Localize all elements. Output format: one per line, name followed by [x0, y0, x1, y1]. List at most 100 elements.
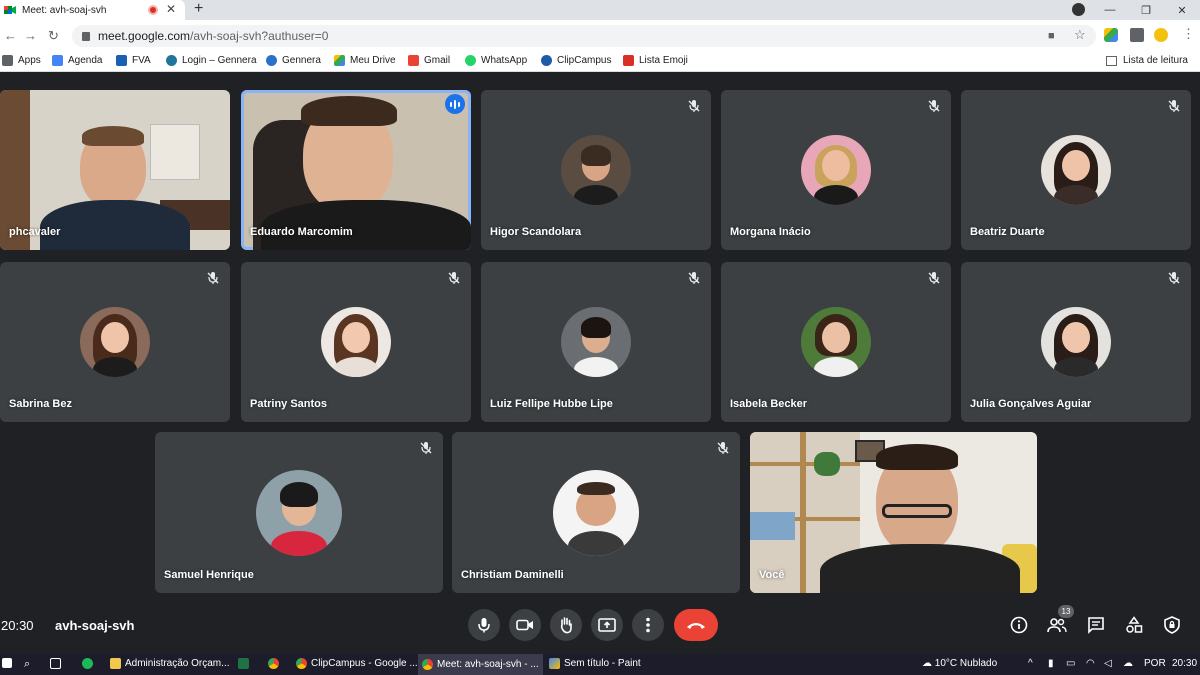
url-host: meet.google.com — [98, 29, 191, 43]
clock[interactable]: 20:30 — [1172, 658, 1197, 669]
new-tab-icon[interactable]: + — [194, 0, 203, 18]
participant-name: Christiam Daminelli — [461, 569, 564, 581]
profile-menu-icon[interactable] — [1072, 3, 1085, 16]
address-bar[interactable]: meet.google.com/avh-soaj-svh?authuser=0 — [72, 25, 1096, 47]
mic-off-icon — [420, 442, 432, 454]
meeting-code: avh-soaj-svh — [55, 618, 135, 633]
host-controls-button[interactable] — [1162, 615, 1182, 635]
bookmark-apps[interactable]: Apps — [2, 55, 41, 66]
camera-in-use-icon[interactable]: ■ — [1048, 30, 1055, 42]
present-screen-button[interactable] — [591, 609, 623, 641]
reload-icon[interactable]: ↻ — [48, 28, 59, 44]
bookmark-agenda[interactable]: Agenda — [52, 55, 102, 66]
extensions-puzzle-icon[interactable] — [1130, 28, 1144, 42]
profile-avatar-icon[interactable] — [1154, 28, 1168, 42]
mic-tray-icon[interactable]: ▮ — [1048, 658, 1054, 669]
bookmark-star-icon[interactable]: ☆ — [1074, 27, 1086, 43]
participant-name: Samuel Henrique — [164, 569, 254, 581]
back-icon[interactable]: ← — [4, 28, 17, 43]
tray-expand-icon[interactable]: ^ — [1028, 658, 1033, 669]
shelf-board-image — [750, 462, 860, 466]
restore-icon[interactable]: ❐ — [1128, 4, 1164, 17]
mic-off-icon — [1168, 272, 1180, 284]
onedrive-icon[interactable]: ☁ — [1123, 658, 1133, 669]
recording-icon — [148, 5, 158, 15]
emoji-list-icon — [623, 55, 634, 66]
more-options-button[interactable] — [632, 609, 664, 641]
leave-call-button[interactable] — [674, 609, 718, 641]
tab-title: Meet: avh-soaj-svh — [22, 4, 107, 16]
windows-start-icon[interactable] — [2, 658, 16, 668]
participant-tile-eduardo-marcomim[interactable]: Eduardo Marcomim — [241, 90, 471, 250]
reading-list-icon — [1105, 55, 1117, 66]
forward-icon[interactable]: → — [24, 28, 37, 43]
camera-button[interactable] — [509, 609, 541, 641]
participant-name: Você — [759, 569, 785, 581]
weather-widget[interactable]: ☁ 10°C Nublado — [922, 658, 997, 669]
bookmark-gmail[interactable]: Gmail — [408, 55, 450, 66]
mic-off-icon — [448, 272, 460, 284]
hang-up-icon — [687, 622, 705, 629]
chrome-icon[interactable] — [268, 658, 283, 669]
participant-tile-morgana-inacio[interactable]: Morgana Inácio — [721, 90, 951, 250]
participant-tile-beatriz-duarte[interactable]: Beatriz Duarte — [961, 90, 1191, 250]
microphone-button[interactable] — [468, 609, 500, 641]
participant-tile-julia-goncalves[interactable]: Julia Gonçalves Aguiar — [961, 262, 1191, 422]
participant-tile-isabela-becker[interactable]: Isabela Becker — [721, 262, 951, 422]
task-view-icon[interactable] — [50, 658, 65, 669]
more-options-icon — [646, 617, 650, 633]
participant-tile-patriny-santos[interactable]: Patriny Santos — [241, 262, 471, 422]
close-tab-icon[interactable]: ✕ — [166, 2, 176, 16]
browser-menu-icon[interactable]: ⋮ — [1182, 26, 1195, 42]
shield-lock-icon — [1164, 616, 1180, 634]
wordpress-icon — [166, 55, 177, 66]
spotify-icon[interactable] — [82, 658, 97, 669]
bookmark-clipcampus[interactable]: ClipCampus — [541, 55, 611, 66]
participant-tile-higor-scandolara[interactable]: Higor Scandolara — [481, 90, 711, 250]
wifi-icon[interactable]: ◠ — [1086, 658, 1095, 669]
reading-list-button[interactable]: Lista de leitura — [1105, 55, 1188, 66]
participant-avatar — [801, 135, 871, 205]
mic-off-icon — [688, 272, 700, 284]
taskbar-item-explorer[interactable]: Administração Orçam... — [110, 658, 229, 669]
bookmark-fva[interactable]: FVA — [116, 55, 151, 66]
bookmark-gennera[interactable]: Gennera — [266, 55, 321, 66]
participant-tile-self[interactable]: Você — [750, 432, 1037, 593]
drive-extension-icon[interactable] — [1104, 28, 1118, 42]
participant-name: Eduardo Marcomim — [250, 226, 353, 238]
taskbar-item-meet[interactable]: Meet: avh-soaj-svh - ... — [418, 654, 543, 675]
chat-button[interactable] — [1086, 615, 1106, 635]
activities-button[interactable] — [1124, 615, 1144, 635]
drive-icon — [334, 55, 345, 66]
participant-tile-luiz-fellipe[interactable]: Luiz Fellipe Hubbe Lipe — [481, 262, 711, 422]
person-hair-image — [876, 444, 958, 470]
battery-icon[interactable]: ▭ — [1066, 658, 1075, 669]
folder-icon — [110, 658, 121, 669]
close-window-icon[interactable]: ✕ — [1164, 4, 1200, 17]
taskbar-item-paint[interactable]: Sem título - Paint — [549, 658, 641, 669]
window-controls: — ❐ ✕ — [1092, 0, 1200, 20]
search-icon[interactable]: ⌕ — [24, 658, 30, 671]
input-language[interactable]: POR — [1144, 658, 1166, 669]
raise-hand-button[interactable] — [550, 609, 582, 641]
meeting-details-button[interactable] — [1009, 615, 1029, 635]
person-body-image — [261, 200, 471, 250]
participant-tile-samuel-henrique[interactable]: Samuel Henrique — [155, 432, 443, 593]
bookmark-login-gennera[interactable]: Login – Gennera — [166, 55, 257, 66]
bookmark-whatsapp[interactable]: WhatsApp — [465, 55, 527, 66]
apps-grid-icon — [2, 55, 13, 66]
participant-tile-phcavaler[interactable]: phcavaler — [0, 90, 230, 250]
excel-icon[interactable] — [238, 658, 253, 669]
minimize-icon[interactable]: — — [1092, 4, 1128, 16]
participant-tile-christiam-daminelli[interactable]: Christiam Daminelli — [452, 432, 740, 593]
browser-tab-meet[interactable]: Meet: avh-soaj-svh ✕ — [0, 0, 185, 20]
participants-button[interactable] — [1047, 615, 1067, 635]
volume-icon[interactable]: ◁ — [1104, 658, 1112, 669]
participant-tile-sabrina-bez[interactable]: Sabrina Bez — [0, 262, 230, 422]
activities-shapes-icon — [1126, 616, 1143, 633]
participant-name: Higor Scandolara — [490, 226, 582, 238]
taskbar-item-clipcampus[interactable]: ClipCampus - Google ... — [296, 658, 418, 669]
bookmark-meu-drive[interactable]: Meu Drive — [334, 55, 396, 66]
paint-icon — [549, 658, 560, 669]
bookmark-lista-emoji[interactable]: Lista Emoji — [623, 55, 688, 66]
